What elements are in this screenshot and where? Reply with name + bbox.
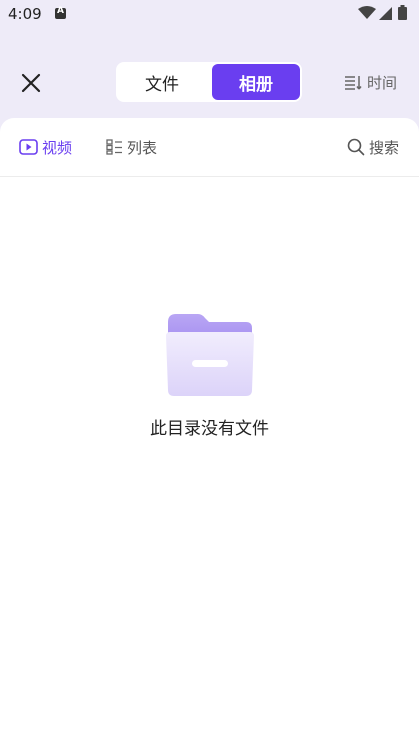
wifi-icon: [358, 6, 376, 19]
sort-icon: [345, 76, 362, 90]
search-icon: [347, 138, 365, 156]
filter-toolbar: 视频 列表 搜索: [0, 118, 419, 177]
signal-icon: [379, 7, 392, 20]
tab-album[interactable]: 相册: [212, 64, 300, 100]
status-time: 4:09: [8, 5, 42, 23]
list-view-label: 列表: [127, 138, 158, 157]
status-bar: 4:09: [0, 0, 419, 30]
list-view-button[interactable]: 列表: [106, 135, 157, 159]
video-filter-button[interactable]: 视频: [19, 135, 72, 159]
tab-files[interactable]: 文件: [118, 64, 206, 100]
empty-message: 此目录没有文件: [150, 419, 269, 439]
search-button[interactable]: 搜索: [347, 135, 399, 159]
close-icon: [21, 73, 41, 93]
top-bar: 文件 相册 时间: [0, 58, 419, 108]
sort-by-time-button[interactable]: 时间: [344, 70, 397, 94]
close-button[interactable]: [18, 70, 44, 96]
sort-label: 时间: [367, 73, 398, 92]
video-icon: [19, 139, 38, 155]
source-switch: 文件 相册: [116, 62, 302, 102]
search-label: 搜索: [369, 138, 400, 157]
empty-state: 此目录没有文件: [0, 308, 419, 439]
list-view-icon: [106, 139, 122, 155]
accessibility-notification-icon: [55, 6, 66, 19]
video-filter-label: 视频: [42, 138, 73, 157]
empty-folder-icon: [165, 314, 254, 396]
content-panel: 视频 列表 搜索 此目录没有文件: [0, 118, 419, 746]
battery-icon: [398, 5, 407, 20]
